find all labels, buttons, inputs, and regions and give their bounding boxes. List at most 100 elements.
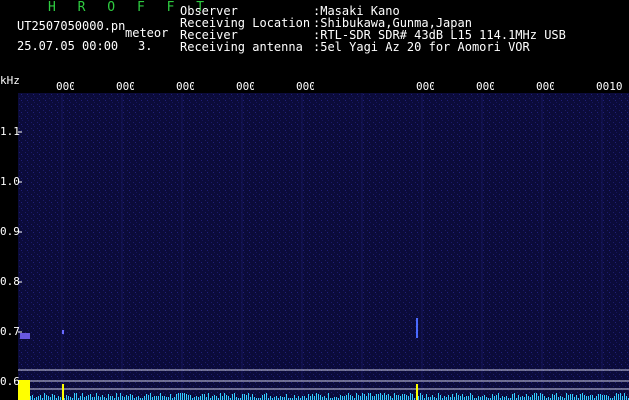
noise-bin (30, 396, 31, 400)
noise-bin (372, 396, 373, 400)
noise-bin (470, 393, 471, 400)
noise-bin (468, 396, 469, 400)
hrofft-spectrogram-window: H R O F F T UT2507050000.pn meteor 25.07… (0, 0, 629, 400)
noise-bin (74, 393, 75, 400)
noise-bin (58, 396, 59, 400)
noise-bin (348, 393, 349, 400)
noise-bin (264, 394, 265, 400)
noise-bin (582, 393, 583, 400)
noise-bin (40, 395, 41, 400)
noise-bin (386, 395, 387, 400)
noise-bin (370, 393, 371, 400)
noise-bin (528, 396, 529, 400)
noise-bin (126, 395, 127, 400)
noise-bin (186, 394, 187, 400)
noise-bin (366, 396, 367, 400)
noise-bin (482, 396, 483, 400)
noise-bin (368, 393, 369, 400)
noise-bin (426, 394, 427, 400)
noise-bin (220, 393, 221, 400)
noise-bin (614, 396, 615, 400)
noise-bin (160, 393, 161, 400)
noise-bin (580, 394, 581, 400)
x-tick-label: 0010 (596, 81, 623, 93)
noise-bin (358, 395, 359, 400)
noise-bin (244, 394, 245, 400)
noise-bin (68, 396, 69, 400)
noise-bin (204, 394, 205, 400)
noise-bin (188, 395, 189, 400)
antenna-value: :5el Yagi Az 20 for Aomori VOR (313, 40, 530, 54)
noise-bin (252, 394, 253, 400)
noise-bin (538, 396, 539, 400)
noise-bin (422, 395, 423, 400)
noise-bin (462, 394, 463, 400)
noise-bin (340, 395, 341, 400)
noise-bin (76, 393, 77, 400)
noise-bin (506, 396, 507, 400)
noise-bin (294, 395, 295, 400)
noise-bin (138, 396, 139, 400)
noise-bin (396, 395, 397, 400)
noise-bin (590, 395, 591, 400)
noise-bin (232, 394, 233, 400)
noise-bin (48, 396, 49, 400)
noise-bin (170, 394, 171, 400)
noise-bin (438, 393, 439, 400)
noise-bin (620, 393, 621, 400)
noise-bin (350, 395, 351, 400)
noise-bin (584, 395, 585, 400)
noise-bin (196, 396, 197, 400)
meteor-echo (20, 333, 30, 339)
noise-bin (344, 396, 345, 400)
noise-bin (568, 395, 569, 400)
noise-bin (542, 394, 543, 400)
noise-bin (88, 395, 89, 400)
noise-bin (560, 396, 561, 400)
noise-bin (458, 395, 459, 400)
noise-bin (262, 395, 263, 400)
noise-bin (626, 396, 627, 400)
noise-bin (280, 396, 281, 400)
noise-bin (452, 394, 453, 400)
noise-bin (308, 394, 309, 400)
noise-bin (146, 394, 147, 400)
noise-bin (388, 394, 389, 400)
date-time: 25.07.05 00:00 (17, 39, 119, 53)
noise-bin (376, 394, 377, 400)
noise-bin (556, 393, 557, 400)
noise-bin (190, 395, 191, 400)
noise-bin (444, 396, 445, 400)
noise-bin (342, 396, 343, 400)
y-tick-label: 1.0 (0, 175, 20, 188)
noise-bin (624, 393, 625, 400)
noise-bin (406, 395, 407, 400)
noise-bin (380, 393, 381, 400)
noise-bin (604, 395, 605, 400)
noise-bin (544, 396, 545, 400)
y-axis-unit: kHz (0, 74, 20, 87)
image-filename: UT2507050000.pn (17, 19, 126, 33)
noise-bin (494, 396, 495, 400)
noise-bin (110, 396, 111, 400)
noise-bin (46, 395, 47, 400)
antenna-label: Receiving antenna (180, 40, 303, 54)
noise-bin (212, 396, 213, 400)
noise-bin (532, 395, 533, 400)
noise-bin (82, 393, 83, 400)
noise-bin (324, 396, 325, 400)
noise-bin (540, 393, 541, 400)
noise-bin (182, 393, 183, 400)
noise-bin (606, 395, 607, 400)
noise-bin (412, 394, 413, 400)
x-tick-label: 0003 (176, 81, 194, 93)
noise-bin (374, 396, 375, 400)
noise-bin (472, 395, 473, 400)
noise-bin (302, 396, 303, 400)
noise-bin (248, 393, 249, 400)
noise-bin (588, 396, 589, 400)
noise-bin (54, 395, 55, 400)
meteor-echo (62, 330, 64, 334)
noise-bin (478, 396, 479, 400)
noise-bin (108, 394, 109, 400)
